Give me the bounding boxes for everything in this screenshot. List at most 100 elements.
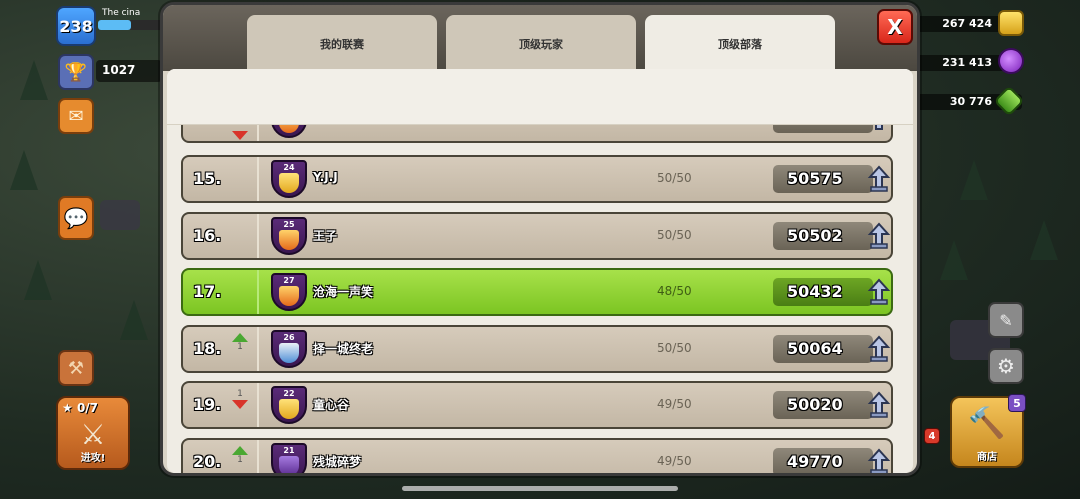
rank-number: 18. xyxy=(193,338,222,358)
rock-decoration xyxy=(100,200,140,230)
clan-members: 48/50 xyxy=(657,284,692,298)
clan-members: 50/50 xyxy=(657,227,692,242)
rank-number: 16. xyxy=(193,225,222,245)
clan-score: 49770 xyxy=(787,451,843,471)
rank-trend: 1 xyxy=(229,332,251,353)
rank-down-icon xyxy=(232,400,248,409)
score-box: 49770 xyxy=(773,447,873,473)
trophy-icon xyxy=(867,220,891,250)
table-row[interactable]: 16. 25 王子 50/50 50502 xyxy=(181,211,893,260)
shop-button[interactable]: 🔨 商店 5 xyxy=(950,394,1026,468)
notification-badge: 4 xyxy=(924,428,940,444)
shop-badge: 5 xyxy=(1008,394,1026,412)
trophy-icon xyxy=(867,389,891,419)
chat-icon[interactable]: 💬 xyxy=(58,196,94,240)
clan-emblem xyxy=(279,229,299,250)
elixir-icon xyxy=(998,48,1024,74)
gold-icon xyxy=(998,10,1024,36)
crossed-swords-icon: ⚔ xyxy=(80,418,106,451)
close-button[interactable]: X xyxy=(877,9,913,45)
leaderboard-panel: 我的联赛 顶级玩家 顶级部落 X 15. 24 Y.J.J 50/50 5057… xyxy=(160,2,920,476)
tab-top-clans[interactable]: 顶级部落 xyxy=(645,15,835,71)
table-row[interactable]: 17. 27 沧海一声笑 48/50 50432 xyxy=(181,268,893,316)
row-divider xyxy=(257,383,259,427)
clan-badge-icon: 21 xyxy=(271,442,307,473)
row-divider xyxy=(257,213,259,258)
row-divider xyxy=(257,125,259,141)
clan-emblem xyxy=(279,455,299,473)
clan-score: 50502 xyxy=(787,225,843,245)
tree-decoration xyxy=(24,260,52,300)
score-box xyxy=(773,125,873,133)
rank-number: 15. xyxy=(193,169,222,188)
score-box: 50575 xyxy=(773,165,873,193)
trophy-icon xyxy=(867,333,891,363)
builder-icon[interactable]: ⚒ xyxy=(58,350,94,386)
rank-down-icon xyxy=(232,131,248,140)
trophy-count: 1027 xyxy=(96,60,162,82)
rank-change: 1 xyxy=(237,454,243,465)
edit-layout-icon[interactable]: ✎ xyxy=(988,302,1024,338)
leaderboard-list[interactable]: 15. 24 Y.J.J 50/50 50575 16. 25 王子 50/50 xyxy=(167,125,913,473)
clan-name: 择一城终老 xyxy=(313,341,374,356)
clan-badge-icon: 26 xyxy=(271,329,307,368)
trophy-icon[interactable]: 🏆 xyxy=(58,54,94,90)
tree-decoration xyxy=(20,60,48,100)
clan-badge-icon: 22 xyxy=(271,386,307,424)
rank-change: 1 xyxy=(237,341,243,352)
clan-members: 49/50 xyxy=(657,453,692,468)
rank-up-icon xyxy=(232,445,248,455)
home-indicator[interactable] xyxy=(402,486,678,491)
mail-icon[interactable]: ✉ xyxy=(58,98,94,134)
tree-decoration xyxy=(10,150,38,190)
clan-name: 童心谷 xyxy=(313,398,350,412)
table-row-partial[interactable] xyxy=(181,125,893,143)
clan-level: 25 xyxy=(283,219,295,229)
gem-icon xyxy=(993,85,1025,117)
tree-decoration xyxy=(940,240,968,280)
rank-trend xyxy=(229,131,251,140)
rank-number: 17. xyxy=(193,282,222,301)
clan-name: 沧海一声笑 xyxy=(313,285,374,299)
clan-score: 50432 xyxy=(787,282,843,301)
rank-trend: 1 xyxy=(229,445,251,466)
rank-up-icon xyxy=(232,332,248,342)
xp-bar-fill xyxy=(98,20,131,30)
clan-level: 27 xyxy=(283,276,295,285)
player-level-badge[interactable]: 238 xyxy=(56,6,96,46)
attack-button[interactable]: ★ 0/7 ⚔ 进攻! xyxy=(56,396,130,470)
tab-top-players[interactable]: 顶级玩家 xyxy=(446,15,636,71)
panel-banner xyxy=(167,69,913,125)
clan-level: 21 xyxy=(283,445,295,455)
tab-my-league[interactable]: 我的联赛 xyxy=(247,15,437,71)
clan-badge-icon: 25 xyxy=(271,216,307,255)
rank-trend: 1 xyxy=(229,389,251,409)
score-box: 50020 xyxy=(773,391,873,419)
clan-level: 24 xyxy=(283,163,295,172)
player-name: The cina xyxy=(102,8,141,18)
clan-members: 50/50 xyxy=(657,171,692,185)
clan-name: 王子 xyxy=(313,228,338,243)
clan-level: 22 xyxy=(283,389,295,398)
clan-members: 50/50 xyxy=(657,340,692,355)
clan-emblem xyxy=(279,286,299,306)
score-box: 50064 xyxy=(773,334,873,363)
table-row[interactable]: 19. 1 22 童心谷 49/50 50020 xyxy=(181,381,893,429)
clan-emblem xyxy=(279,342,299,363)
table-row[interactable]: 20. 1 21 残城碎梦 49/50 49770 xyxy=(181,437,893,473)
shop-label: 商店 xyxy=(977,452,997,463)
panel-header: 我的联赛 顶级玩家 顶级部落 X xyxy=(163,5,917,71)
clan-level: 26 xyxy=(283,332,295,342)
clan-score: 50064 xyxy=(787,338,843,358)
score-box: 50432 xyxy=(773,278,873,306)
score-box: 50502 xyxy=(773,221,873,250)
settings-gear-icon[interactable]: ⚙ xyxy=(988,348,1024,384)
clan-members: 49/50 xyxy=(657,397,692,411)
table-row[interactable]: 15. 24 Y.J.J 50/50 50575 xyxy=(181,155,893,203)
table-row[interactable]: 18. 1 26 择一城终老 50/50 50064 xyxy=(181,324,893,373)
clan-score: 50575 xyxy=(787,169,843,188)
row-divider xyxy=(257,439,259,473)
rank-change: 1 xyxy=(237,389,243,399)
tree-decoration xyxy=(1030,220,1058,260)
trophy-icon xyxy=(867,276,891,306)
